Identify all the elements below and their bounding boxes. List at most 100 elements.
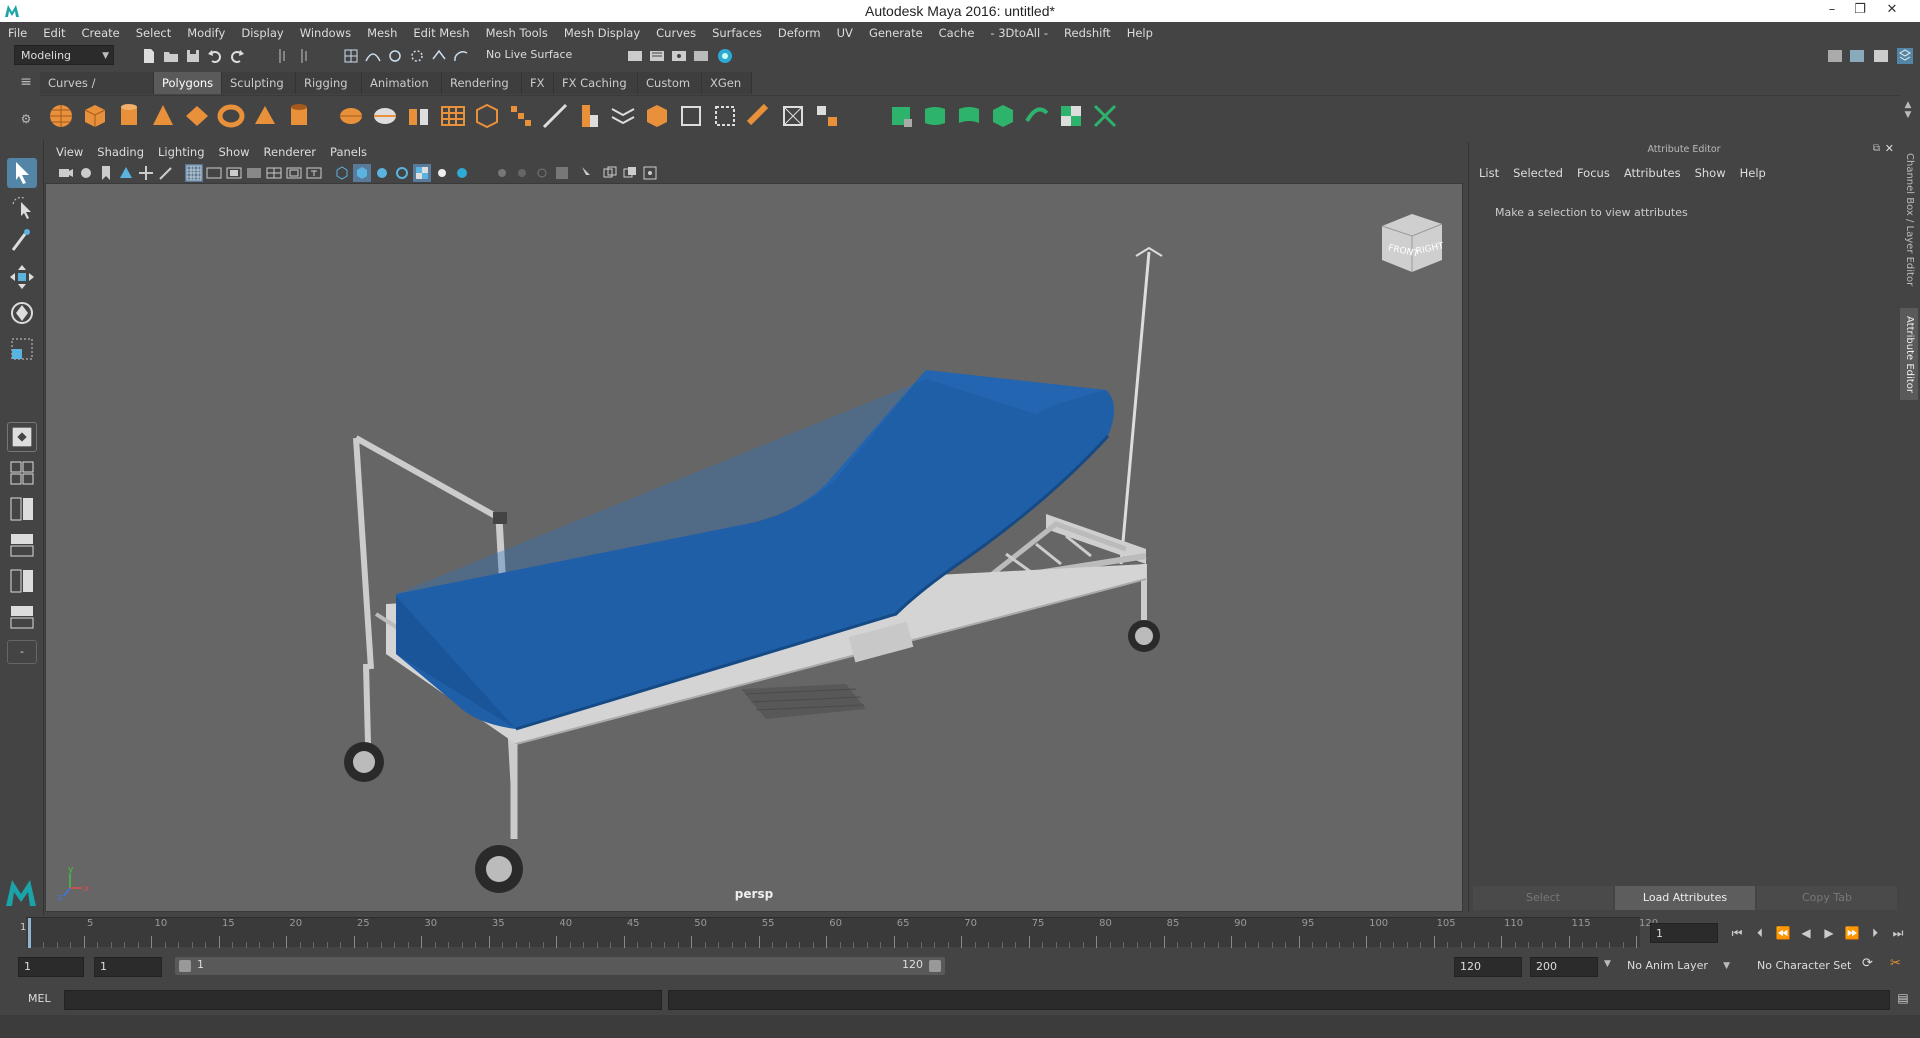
- field-chart-icon[interactable]: [265, 164, 283, 182]
- render-settings-icon[interactable]: [670, 47, 688, 65]
- select-hierarchy-icon[interactable]: [276, 47, 294, 65]
- select-button[interactable]: Select: [1473, 886, 1613, 910]
- toolbox-more-button[interactable]: -: [7, 640, 37, 664]
- character-set-field[interactable]: No Character Set: [1752, 957, 1864, 977]
- undo-icon[interactable]: [206, 47, 224, 65]
- new-scene-icon[interactable]: [140, 47, 158, 65]
- render-current-frame-icon[interactable]: [626, 47, 644, 65]
- bevel-icon[interactable]: [642, 101, 672, 131]
- poly-plane-icon[interactable]: [182, 101, 212, 131]
- merge-icon[interactable]: [778, 101, 808, 131]
- attribute-editor-toggle-icon[interactable]: [1896, 47, 1914, 65]
- view-cube[interactable]: FRONT RIGHT: [1381, 214, 1445, 272]
- range-start-handle[interactable]: [179, 960, 191, 972]
- smooth-icon[interactable]: [438, 101, 468, 131]
- layout-two-icon[interactable]: [7, 530, 37, 560]
- menu-3dtoall[interactable]: - 3DtoAll -: [982, 22, 1056, 44]
- live-surface-field[interactable]: No Live Surface: [480, 45, 580, 65]
- resolution-gate-icon[interactable]: [225, 164, 243, 182]
- tab-rendering[interactable]: Rendering: [442, 72, 522, 94]
- unfold-uv-icon[interactable]: [1022, 101, 1052, 131]
- camera-attributes-icon[interactable]: [77, 164, 95, 182]
- poly-cube-icon[interactable]: [80, 101, 110, 131]
- layout-four-icon[interactable]: [7, 494, 37, 524]
- boolean-icon[interactable]: [472, 101, 502, 131]
- step-forward-key-icon[interactable]: ⏩: [1842, 922, 1862, 944]
- wireframe-icon[interactable]: [333, 164, 351, 182]
- tab-fx-caching[interactable]: FX Caching: [554, 72, 638, 94]
- isolate-select-icon[interactable]: [577, 164, 595, 182]
- ae-menu-list[interactable]: List: [1479, 166, 1499, 180]
- fill-hole-icon[interactable]: [744, 101, 774, 131]
- cylindrical-uv-icon[interactable]: [920, 101, 950, 131]
- append-polygon-icon[interactable]: [676, 101, 706, 131]
- hypershade-icon[interactable]: [692, 47, 710, 65]
- poly-torus-icon[interactable]: [216, 101, 246, 131]
- menu-redshift[interactable]: Redshift: [1056, 22, 1119, 44]
- tab-custom[interactable]: Custom: [638, 72, 702, 94]
- safe-title-icon[interactable]: [305, 164, 323, 182]
- poly-pyramid-icon[interactable]: [250, 101, 280, 131]
- minimize-button[interactable]: –: [1818, 0, 1846, 22]
- tab-rigging[interactable]: Rigging: [296, 72, 362, 94]
- average-vertices-icon[interactable]: [506, 101, 536, 131]
- bridge-icon[interactable]: [608, 101, 638, 131]
- menu-edit[interactable]: Edit: [35, 22, 73, 44]
- redo-icon[interactable]: [228, 47, 246, 65]
- image-plane-icon[interactable]: [117, 164, 135, 182]
- start-time-field[interactable]: 1: [18, 957, 84, 977]
- menu-display[interactable]: Display: [233, 22, 291, 44]
- mirror-icon[interactable]: [812, 101, 842, 131]
- tab-curves-surfaces[interactable]: Curves / Surfaces: [40, 72, 154, 112]
- menu-select[interactable]: Select: [128, 22, 179, 44]
- tab-fx[interactable]: FX: [522, 72, 554, 94]
- ipr-render-icon[interactable]: [648, 47, 666, 65]
- tab-attribute-editor[interactable]: Attribute Editor: [1900, 308, 1918, 400]
- shadows-icon[interactable]: [453, 164, 471, 182]
- float-panel-icon[interactable]: ⧉: [1873, 143, 1880, 154]
- snap-curve-icon[interactable]: [364, 47, 382, 65]
- separate-icon[interactable]: [370, 101, 400, 131]
- menu-cache[interactable]: Cache: [931, 22, 983, 44]
- multi-cut-icon[interactable]: [540, 101, 570, 131]
- menu-generate[interactable]: Generate: [861, 22, 931, 44]
- play-forwards-icon[interactable]: ▶: [1819, 922, 1839, 944]
- menu-mesh-tools[interactable]: Mesh Tools: [478, 22, 556, 44]
- script-editor-icon[interactable]: ▤: [1894, 991, 1912, 1009]
- current-frame-marker[interactable]: [28, 918, 31, 948]
- shelf-scroll-icon[interactable]: ▲ ▼: [1900, 100, 1916, 134]
- menu-mesh-display[interactable]: Mesh Display: [556, 22, 648, 44]
- go-to-end-icon[interactable]: ⏭: [1888, 922, 1908, 944]
- last-tool-icon[interactable]: [7, 422, 37, 452]
- ae-menu-attributes[interactable]: Attributes: [1624, 166, 1681, 180]
- depth-of-field-icon[interactable]: [553, 164, 571, 182]
- layout-persp-outliner-icon[interactable]: [7, 566, 37, 596]
- safe-action-icon[interactable]: [285, 164, 303, 182]
- tab-channel-box[interactable]: Channel Box / Layer Editor: [1900, 150, 1918, 290]
- current-frame-field[interactable]: 1: [1650, 923, 1718, 943]
- xray-active-components-icon[interactable]: [621, 164, 639, 182]
- menu-file[interactable]: File: [0, 22, 35, 44]
- insert-edge-loop-icon[interactable]: [710, 101, 740, 131]
- move-tool-icon[interactable]: [7, 262, 37, 292]
- ae-menu-focus[interactable]: Focus: [1577, 166, 1610, 180]
- tab-sculpting[interactable]: Sculpting: [222, 72, 296, 94]
- range-slider[interactable]: 1 120: [175, 957, 945, 975]
- snap-surface-icon[interactable]: [430, 47, 448, 65]
- load-attributes-button[interactable]: Load Attributes: [1615, 886, 1755, 910]
- select-camera-icon[interactable]: [57, 164, 75, 182]
- step-back-key-icon[interactable]: ⏪: [1773, 922, 1793, 944]
- menu-edit-mesh[interactable]: Edit Mesh: [405, 22, 477, 44]
- multisample-aa-icon[interactable]: [533, 164, 551, 182]
- menu-create[interactable]: Create: [74, 22, 128, 44]
- panel-menu-view[interactable]: View: [49, 142, 90, 162]
- gate-mask-icon[interactable]: [245, 164, 263, 182]
- spherical-uv-icon[interactable]: [954, 101, 984, 131]
- menu-deform[interactable]: Deform: [770, 22, 829, 44]
- panel-menu-lighting[interactable]: Lighting: [151, 142, 211, 162]
- poly-sphere-icon[interactable]: [46, 101, 76, 131]
- script-language-label[interactable]: MEL: [28, 992, 51, 1005]
- extract-icon[interactable]: [404, 101, 434, 131]
- xray-joints-icon[interactable]: [641, 164, 659, 182]
- menu-uv[interactable]: UV: [829, 22, 861, 44]
